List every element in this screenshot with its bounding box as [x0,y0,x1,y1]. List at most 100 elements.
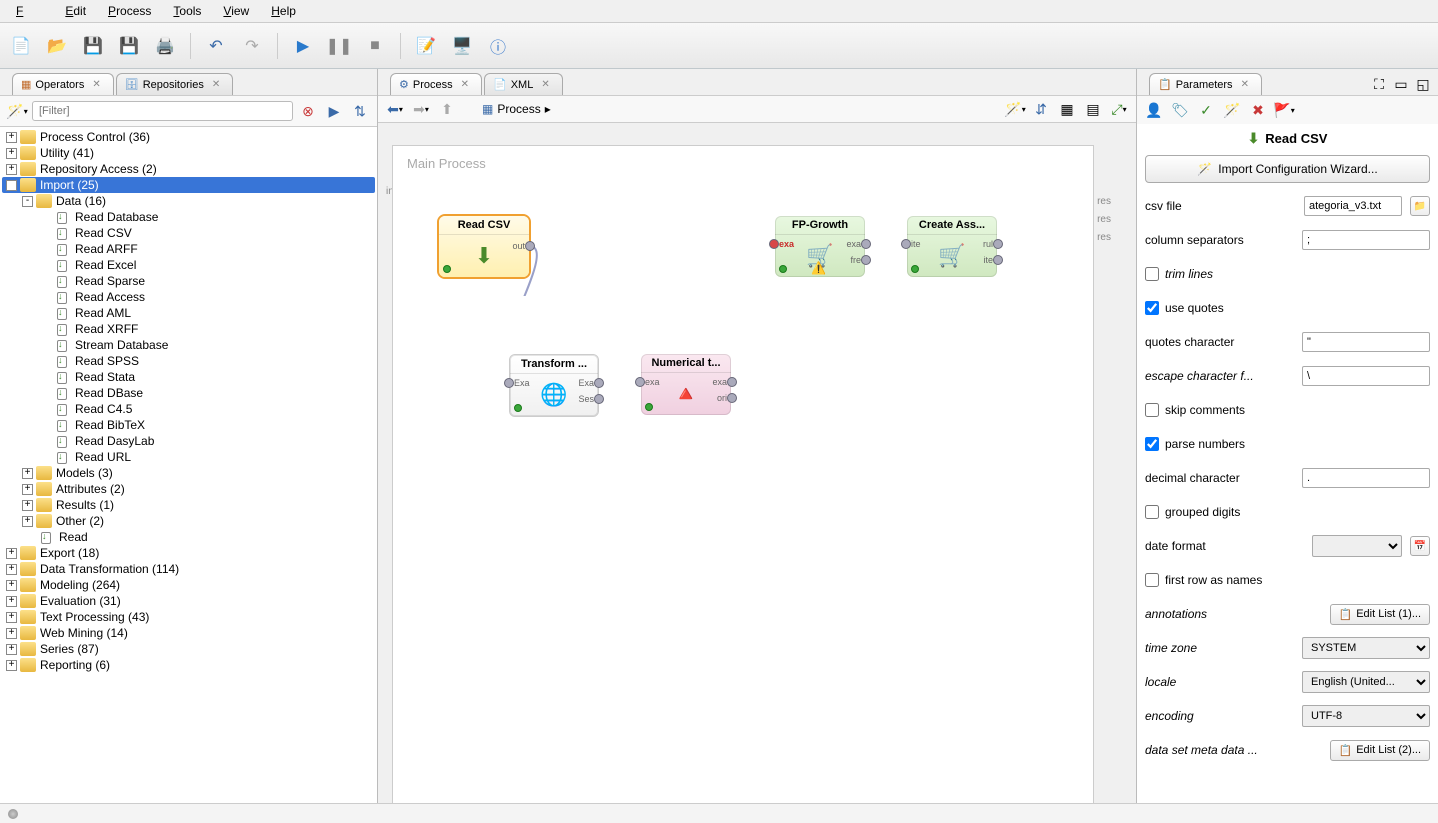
menu-tools[interactable]: Tools [163,2,211,20]
input-port[interactable] [769,239,779,249]
redo-button[interactable]: ↷ [237,31,267,61]
tree-folder[interactable]: +Other (2) [2,513,375,529]
param-action2-button[interactable]: ✓ [1195,99,1217,121]
tab-parameters[interactable]: 📋 Parameters ✕ [1149,73,1262,95]
tree-folder[interactable]: -Import (25) [2,177,375,193]
tree-folder[interactable]: +Results (1) [2,497,375,513]
stop-button[interactable]: ■ [360,31,390,61]
tree-toggle[interactable]: + [22,468,33,479]
menu-edit[interactable]: Edit [55,2,96,20]
tree-item[interactable]: Read ARFF [2,241,375,257]
process-canvas[interactable]: Main Process res res res Read CSV [392,145,1094,803]
tree-folder[interactable]: +Process Control (36) [2,129,375,145]
tree-toggle[interactable]: + [6,564,17,575]
metadata-editlist-button[interactable]: 📋Edit List (2)... [1330,740,1431,761]
nav-back-button[interactable]: ⬅▾ [384,98,406,120]
tree-toggle[interactable]: + [6,580,17,591]
tree-folder[interactable]: +Data Transformation (114) [2,561,375,577]
tree-toggle[interactable]: + [22,516,33,527]
tree-toggle[interactable]: + [6,628,17,639]
operator-tree[interactable]: +Process Control (36)+Utility (41)+Repos… [0,127,377,803]
grouped-checkbox[interactable] [1145,505,1159,519]
trim-checkbox[interactable] [1145,267,1159,281]
sort-button[interactable]: ⇅ [349,100,371,122]
tree-item[interactable]: Read SPSS [2,353,375,369]
presentation-button[interactable]: 🖥️ [447,31,477,61]
op-create-association[interactable]: Create Ass... 🛒 ite rul ite [907,216,997,277]
close-icon[interactable]: ✕ [541,79,549,90]
import-wizard-button[interactable]: 🪄 Import Configuration Wizard... [1145,155,1430,183]
param-delete-button[interactable]: ✖ [1247,99,1269,121]
input-port[interactable] [504,378,514,388]
open-button[interactable]: 📂 [42,31,72,61]
autowire-button[interactable]: ⇵ [1030,98,1052,120]
tree-item[interactable]: Read URL [2,449,375,465]
new-button[interactable]: 📄 [6,31,36,61]
tree-toggle[interactable]: + [22,500,33,511]
tree-item[interactable]: Read BibTeX [2,417,375,433]
detach-button[interactable]: ◱ [1412,73,1434,95]
tree-toggle[interactable]: + [6,164,17,175]
close-icon[interactable]: ✕ [461,79,469,90]
output-port[interactable] [861,255,871,265]
param-user-button[interactable]: 👤 [1143,99,1165,121]
tree-toggle[interactable]: + [6,644,17,655]
menu-view[interactable]: View [213,2,259,20]
op-transform[interactable]: Transform ... 🌐 Exa Exa Ses [509,354,599,417]
zoom-button[interactable]: ⤢▾ [1108,98,1130,120]
tab-repositories[interactable]: 🗄 Repositories ✕ [116,73,234,95]
output-port[interactable] [993,255,1003,265]
breadcrumb[interactable]: Process [497,102,540,116]
menu-process[interactable]: Process [98,2,161,20]
op-fp-growth[interactable]: FP-Growth 🛒 exa exa fre ⚠️ [775,216,865,277]
undo-button[interactable]: ↶ [201,31,231,61]
tree-item[interactable]: Read Sparse [2,273,375,289]
tree-folder[interactable]: -Data (16) [2,193,375,209]
info-button[interactable]: ⓘ [483,31,513,61]
nav-up-button[interactable]: ⬆ [436,98,458,120]
save-as-button[interactable]: 💾 [114,31,144,61]
save-button[interactable]: 💾 [78,31,108,61]
tree-folder[interactable]: +Series (87) [2,641,375,657]
close-icon[interactable]: ✕ [92,79,100,90]
print-button[interactable]: 🖨️ [150,31,180,61]
input-port[interactable] [635,377,645,387]
tree-item[interactable]: Read CSV [2,225,375,241]
run-button[interactable]: ▶ [288,31,318,61]
tree-folder[interactable]: +Export (18) [2,545,375,561]
colsep-input[interactable] [1302,230,1430,250]
tree-item[interactable]: Read XRFF [2,321,375,337]
op-read-csv[interactable]: Read CSV ⬇ out [439,216,529,277]
tree-item[interactable]: Read Access [2,289,375,305]
tree-item[interactable]: Stream Database [2,337,375,353]
skipcomments-checkbox[interactable] [1145,403,1159,417]
expand-button[interactable]: ⛶ [1368,73,1390,95]
dateformat-select[interactable] [1312,535,1402,557]
menu-file[interactable]: F [6,2,53,20]
param-action1-button[interactable]: 🏷 [1169,99,1191,121]
filter-input[interactable] [32,101,293,121]
tree-toggle[interactable]: + [6,596,17,607]
encoding-select[interactable]: UTF-8 [1302,705,1430,727]
output-port[interactable] [594,394,604,404]
minimize-button[interactable]: ▭ [1390,73,1412,95]
tree-item[interactable]: Read C4.5 [2,401,375,417]
tree-item[interactable]: Read AML [2,305,375,321]
output-port[interactable] [861,239,871,249]
tree-item[interactable]: Read Database [2,209,375,225]
tree-item[interactable]: Read Excel [2,257,375,273]
tree-toggle[interactable]: + [6,548,17,559]
tree-item[interactable]: Read DasyLab [2,433,375,449]
locale-select[interactable]: English (United... [1302,671,1430,693]
tree-folder[interactable]: +Web Mining (14) [2,625,375,641]
tree-toggle[interactable]: + [22,484,33,495]
nav-forward-button[interactable]: ➡▾ [410,98,432,120]
op-numerical[interactable]: Numerical t... 🔺 exa exa ori [641,354,731,415]
firstrow-checkbox[interactable] [1145,573,1159,587]
tree-folder[interactable]: +Utility (41) [2,145,375,161]
tree-item[interactable]: Read [2,529,375,545]
tree-folder[interactable]: +Repository Access (2) [2,161,375,177]
tree-toggle[interactable]: + [6,148,17,159]
escape-input[interactable] [1302,366,1430,386]
tree-toggle[interactable]: + [6,660,17,671]
